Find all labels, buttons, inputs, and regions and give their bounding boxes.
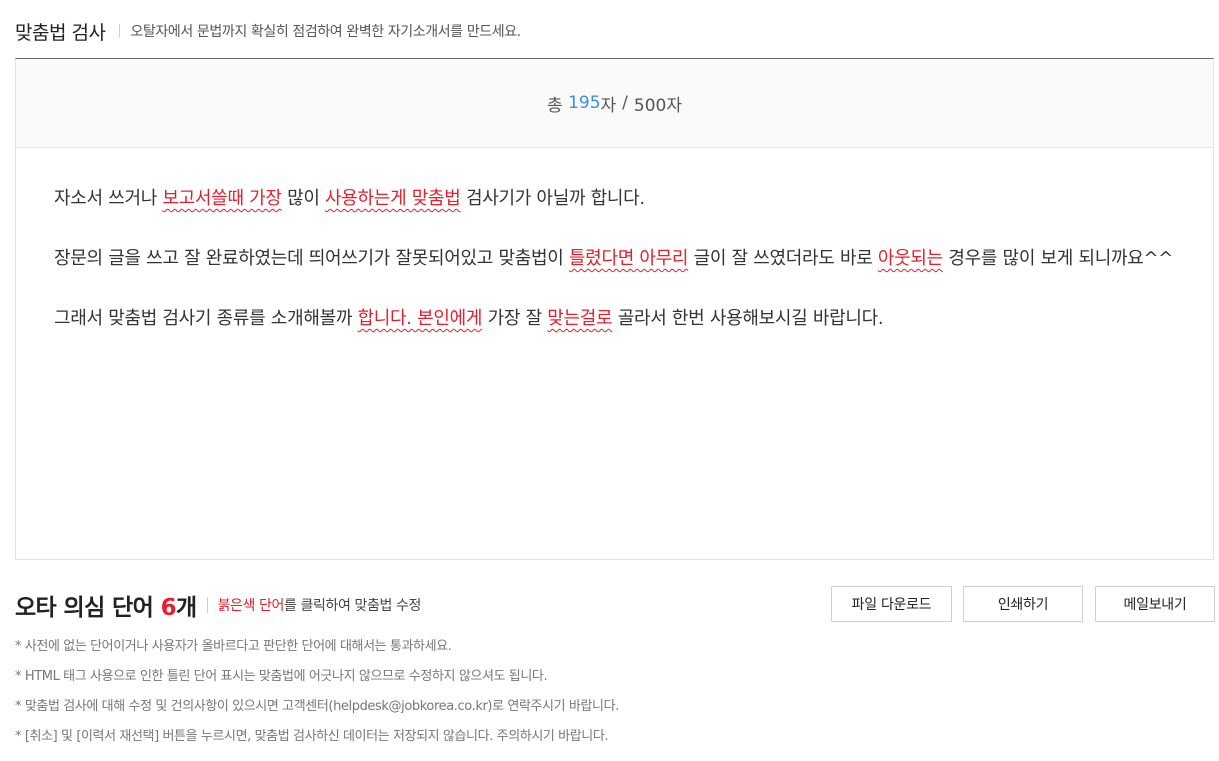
page-header: 맞춤법 검사 오탈자에서 문법까지 확실히 점검하여 완벽한 자기소개서를 만드…	[15, 14, 1219, 48]
character-counter: 총 195 자/500자	[16, 59, 1213, 148]
text-span: 글이 잘 쓰였더라도 바로	[688, 248, 878, 269]
notice-list: * 사전에 없는 단어이거나 사용자가 올바르다고 판단한 단어에 대해서는 통…	[15, 634, 619, 754]
summary-title: 오타 의심 단어 6개	[15, 588, 197, 622]
counter-limit: 500자	[633, 95, 682, 116]
text-span: 검사기가 아닐까 합니다.	[460, 188, 645, 209]
summary-unit: 개	[176, 595, 197, 621]
paragraph-3: 그래서 맞춤법 검사기 종류를 소개해볼까 합니다. 본인에게 가장 잘 맞는걸…	[54, 304, 1175, 334]
text-span: 장문의 글을 쓰고 잘 완료하였는데 띄어쓰기가 잘못되어있고 맞춤법이	[54, 248, 569, 269]
text-span: 자소서 쓰거나	[54, 188, 163, 209]
summary-divider	[206, 597, 208, 613]
notice-item: * 맞춤법 검사에 대해 수정 및 건의사항이 있으시면 고객센터(helpde…	[15, 699, 619, 714]
notice-item: * 사전에 없는 단어이거나 사용자가 올바르다고 판단한 단어에 대해서는 통…	[15, 639, 452, 654]
summary-count: 6	[160, 595, 177, 621]
checked-text: 자소서 쓰거나 보고서쓸때 가장 많이 사용하는게 맞춤법 검사기가 아닐까 합…	[16, 148, 1213, 334]
summary-label: 오타 의심 단어	[15, 595, 161, 621]
notice-item: * HTML 태그 사용으로 인한 틀린 단어 표시는 맞춤법에 어긋나지 않으…	[15, 669, 548, 684]
counter-prefix: 총	[547, 95, 563, 116]
page-subtitle: 오탈자에서 문법까지 확실히 점검하여 완벽한 자기소개서를 만드세요.	[130, 24, 521, 40]
suspect-word[interactable]: 맞는걸로	[547, 308, 612, 329]
suspect-word[interactable]: 아웃되는	[878, 248, 943, 269]
text-span: 가장 잘	[482, 308, 548, 329]
suspect-word[interactable]: 보고서쓸때 가장	[162, 188, 282, 209]
summary-description: 붉은색 단어를 클릭하여 맞춤법 수정	[217, 595, 422, 615]
text-span: 많이	[281, 188, 326, 209]
counter-unit: 자	[600, 95, 617, 116]
suspect-word[interactable]: 합니다. 본인에게	[358, 308, 483, 329]
print-button[interactable]: 인쇄하기	[963, 586, 1083, 622]
text-span: 골라서 한번 사용해보시길 바랍니다.	[612, 308, 884, 329]
summary-desc-text: 를 클릭하여 맞춤법 수정	[284, 598, 421, 614]
error-summary: 오타 의심 단어 6개 붉은색 단어를 클릭하여 맞춤법 수정	[15, 588, 421, 622]
counter-count: 195	[568, 93, 601, 113]
file-download-button[interactable]: 파일 다운로드	[831, 586, 952, 622]
send-email-button[interactable]: 메일보내기	[1095, 586, 1215, 622]
notice-item: * [취소] 및 [이력서 재선택] 버튼을 누르시면, 맞춤법 검사하신 데이…	[15, 729, 609, 744]
suspect-word[interactable]: 사용하는게 맞춤법	[325, 188, 461, 209]
page-title: 맞춤법 검사	[15, 21, 106, 44]
paragraph-1: 자소서 쓰거나 보고서쓸때 가장 많이 사용하는게 맞춤법 검사기가 아닐까 합…	[54, 184, 1175, 214]
text-span: 경우를 많이 보게 되니까요^^	[942, 248, 1174, 269]
paragraph-2: 장문의 글을 쓰고 잘 완료하였는데 띄어쓰기가 잘못되어있고 맞춤법이 틀렸다…	[54, 244, 1175, 274]
header-divider	[119, 24, 121, 38]
text-span: 그래서 맞춤법 검사기 종류를 소개해볼까	[54, 308, 358, 329]
suspect-word[interactable]: 틀렸다면 아무리	[569, 248, 689, 269]
counter-slash: /	[622, 93, 628, 113]
spellcheck-editor[interactable]: 총 195 자/500자 자소서 쓰거나 보고서쓸때 가장 많이 사용하는게 맞춤…	[15, 58, 1214, 560]
summary-highlight: 붉은색 단어	[217, 598, 285, 614]
